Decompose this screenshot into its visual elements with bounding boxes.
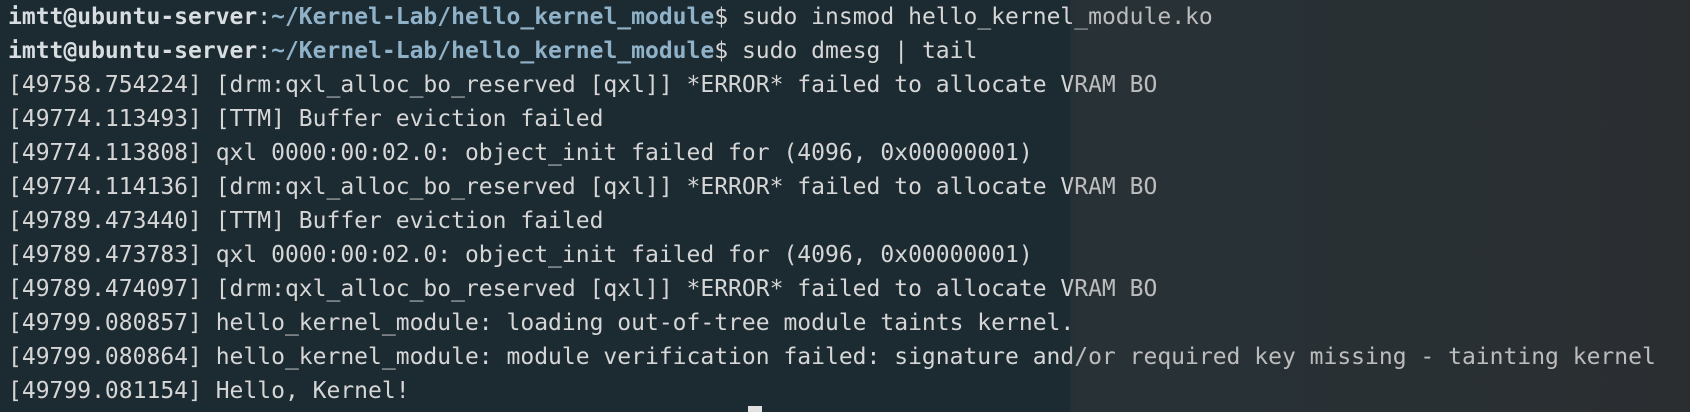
dmesg-line: [49799.080857] hello_kernel_module: load… <box>8 310 1075 336</box>
dmesg-line: [49774.113808] qxl 0000:00:02.0: object_… <box>8 140 1033 166</box>
text-cursor <box>748 406 762 412</box>
dmesg-line: [49789.473783] qxl 0000:00:02.0: object_… <box>8 242 1033 268</box>
prompt-user-host: imtt@ubuntu-server <box>8 4 258 30</box>
prompt-user-host: imtt@ubuntu-server <box>8 38 258 64</box>
dmesg-line: [49789.473440] [TTM] Buffer eviction fai… <box>8 208 604 234</box>
prompt-separator: : <box>257 4 272 30</box>
dmesg-line: [49774.114136] [drm:qxl_alloc_bo_reserve… <box>8 174 1158 200</box>
prompt-separator: : <box>257 38 272 64</box>
dmesg-line: [49799.081154] Hello, Kernel! <box>8 378 410 404</box>
prompt-char: $ <box>714 4 729 30</box>
prompt-cwd: ~/Kernel-Lab/hello_kernel_module <box>271 4 715 30</box>
command-text: sudo insmod hello_kernel_module.ko <box>741 4 1213 30</box>
command-line-1: imtt@ubuntu-server:~/Kernel-Lab/hello_ke… <box>8 0 1690 34</box>
terminal-output: imtt@ubuntu-server:~/Kernel-Lab/hello_ke… <box>8 0 1690 408</box>
dmesg-line: [49774.113493] [TTM] Buffer eviction fai… <box>8 106 604 132</box>
prompt-char: $ <box>714 38 729 64</box>
dmesg-line: [49799.080864] hello_kernel_module: modu… <box>8 344 1656 370</box>
command-text: sudo dmesg | tail <box>741 38 978 64</box>
command-line-2: imtt@ubuntu-server:~/Kernel-Lab/hello_ke… <box>8 34 1690 68</box>
terminal-window[interactable]: imtt@ubuntu-server:~/Kernel-Lab/hello_ke… <box>0 0 1690 412</box>
prompt-cwd: ~/Kernel-Lab/hello_kernel_module <box>271 38 715 64</box>
dmesg-line: [49789.474097] [drm:qxl_alloc_bo_reserve… <box>8 276 1158 302</box>
dmesg-line: [49758.754224] [drm:qxl_alloc_bo_reserve… <box>8 72 1158 98</box>
